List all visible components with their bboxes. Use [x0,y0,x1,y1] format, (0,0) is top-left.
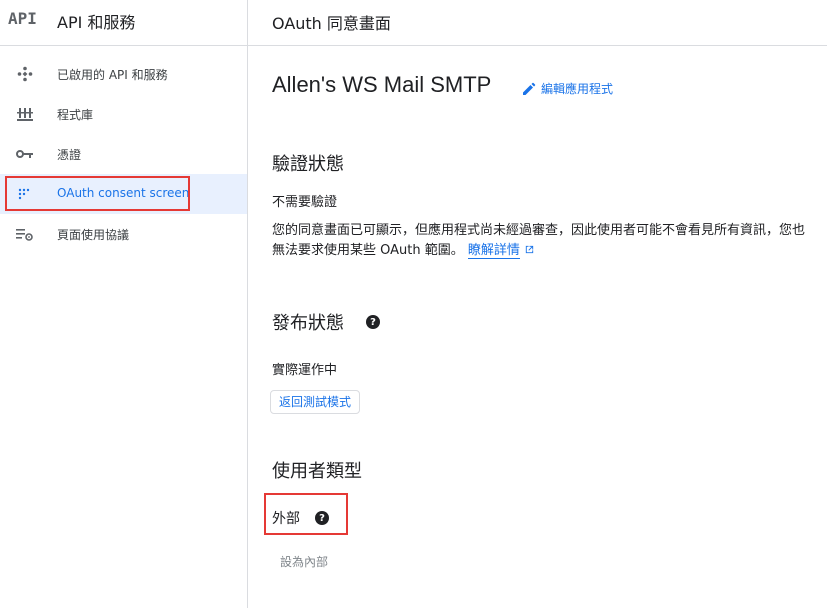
back-to-testing-button[interactable]: 返回測試模式 [270,390,361,414]
verification-title: 驗證狀態 [272,154,344,175]
learn-more-link[interactable]: 瞭解詳情 [467,243,520,259]
edit-app-label: 編輯應用程式 [541,82,614,96]
highlight-box-oauth-consent [5,176,190,211]
highlight-box-user-type [264,493,348,535]
api-logo: API [8,9,37,28]
help-icon[interactable]: ? [366,315,380,329]
verification-description: 您的同意畫面已可顯示，但應用程式尚未經過審查，因此使用者可能不會看見所有資訊，您… [272,221,812,261]
main-header: OAuth 同意畫面 [248,0,827,46]
verification-status: 不需要驗證 [272,195,338,210]
sidebar-item-label: 程式庫 [57,108,94,122]
library-icon [16,106,34,122]
external-link-icon [525,245,534,254]
publishing-title: 發布狀態 [272,313,344,334]
make-internal-button[interactable]: 設為內部 [280,553,328,570]
sidebar-item-page-usage-agreement[interactable]: 頁面使用協議 [0,214,247,254]
page-title: OAuth 同意畫面 [272,14,391,33]
sidebar-item-label: 頁面使用協議 [57,228,130,242]
sidebar: API API 和服務 已啟用的 API 和服務 程式庫 憑證 OAuth co… [0,0,248,608]
settings-list-icon [16,226,34,242]
app-name: Allen's WS Mail SMTP [272,72,492,97]
pencil-icon [523,82,536,95]
publishing-status: 實際運作中 [272,363,338,378]
sidebar-item-label: 憑證 [57,148,82,162]
sidebar-item-credentials[interactable]: 憑證 [0,134,247,174]
sidebar-title: API 和服務 [57,13,136,32]
sidebar-item-library[interactable]: 程式庫 [0,94,247,134]
user-type-title: 使用者類型 [272,461,362,482]
api-diamond-icon [16,66,34,82]
key-icon [16,146,34,162]
main-content: OAuth 同意畫面 Allen's WS Mail SMTP 編輯應用程式 驗… [248,0,827,608]
sidebar-item-label: 已啟用的 API 和服務 [57,68,168,82]
sidebar-header: API API 和服務 [0,0,247,46]
edit-app-link[interactable]: 編輯應用程式 [522,80,613,97]
verification-description-text: 您的同意畫面已可顯示，但應用程式尚未經過審查，因此使用者可能不會看見所有資訊，您… [272,223,806,258]
sidebar-item-enabled-apis[interactable]: 已啟用的 API 和服務 [0,54,247,94]
